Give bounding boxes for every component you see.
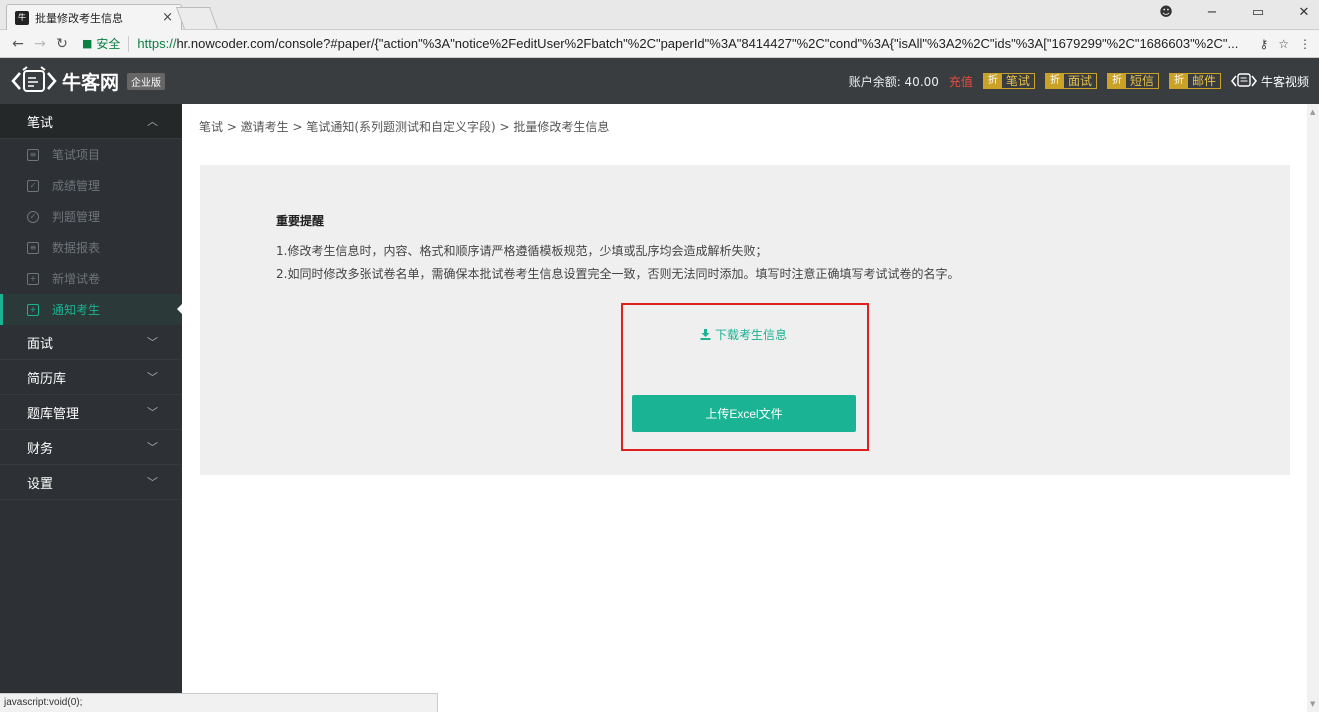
close-window-icon[interactable]: ✕	[1295, 5, 1313, 20]
sidebar-group-label: 面试	[27, 336, 54, 352]
header-right: 账户余额: 40.00 充值 折 笔试 折 面试 折 短信 折 邮件 牛客视频	[849, 71, 1319, 91]
discount-badge: 折	[1107, 74, 1126, 88]
url-path: hr.nowcoder.com/console?#paper/{"action"…	[176, 36, 1239, 51]
url-protocol: https://	[137, 36, 177, 51]
menu-icon[interactable]: ⋮	[1299, 37, 1311, 51]
chevron-down-icon: ﹀	[147, 406, 158, 419]
sidebar-group-finance[interactable]: 财务 ﹀	[0, 430, 182, 465]
check-circle-icon: ✓	[27, 210, 39, 223]
chevron-down-icon: ﹀	[147, 371, 158, 384]
sidebar-item-new-paper[interactable]: + 新增试卷	[0, 263, 182, 294]
scrollbar[interactable]: ▲ ▼	[1307, 104, 1319, 712]
sidebar-group-written-test[interactable]: 笔试 ︿	[0, 104, 182, 139]
upload-excel-button[interactable]: 上传Excel文件	[632, 395, 856, 432]
chevron-down-icon: ﹀	[147, 441, 158, 454]
address-bar-actions: ⚷ ☆ ⋮	[1259, 37, 1311, 51]
new-tab-button[interactable]	[175, 7, 219, 29]
discount-badge: 折	[983, 74, 1002, 88]
address-bar: ← → ↻ ■ 安全 https://hr.nowcoder.com/conso…	[0, 30, 1319, 58]
sidebar-item-label: 通知考生	[52, 303, 101, 317]
account-balance: 账户余额: 40.00	[848, 74, 939, 89]
nowcoder-favicon-icon: 牛	[15, 10, 29, 25]
sidebar: 笔试 ︿ ≡ 笔试项目 ✓ 成绩管理 ✓ 判题管理 ≡ 数据报表 + 新增试卷 …	[0, 104, 182, 693]
sidebar-group-resumes[interactable]: 简历库 ﹀	[0, 360, 182, 395]
reload-icon[interactable]: ↻	[52, 36, 72, 52]
scroll-down-icon[interactable]: ▼	[1310, 700, 1315, 708]
browser-tab-strip: 牛 批量修改考生信息 × ☻ − ▭ ✕	[0, 0, 1319, 30]
add-document-icon: +	[27, 272, 39, 285]
nowcoder-logo-icon	[11, 66, 57, 92]
divider	[128, 35, 130, 52]
service-email[interactable]: 折 邮件	[1168, 73, 1221, 89]
video-label: 牛客视频	[1260, 74, 1309, 89]
logo-text: 牛客网	[62, 72, 120, 94]
reminder-line-1: 1.修改考生信息时，内容、格式和顺序请严格遵循模板规范，少填或乱序均会造成解析失…	[276, 244, 768, 258]
service-label: 笔试	[1005, 74, 1030, 88]
download-candidates-link[interactable]: 下载考生信息	[700, 326, 787, 343]
enterprise-badge: 企业版	[127, 72, 166, 90]
sidebar-group-label: 笔试	[27, 115, 54, 131]
sidebar-group-label: 题库管理	[27, 406, 80, 422]
sidebar-item-label: 数据报表	[52, 241, 101, 255]
sidebar-group-label: 设置	[27, 476, 54, 492]
service-label: 短信	[1129, 74, 1154, 88]
sidebar-item-label: 判题管理	[52, 210, 101, 224]
secure-label: 安全	[96, 37, 121, 51]
recharge-link[interactable]: 充值	[949, 73, 973, 90]
reminder-line-2: 2.如同时修改多张试卷名单，需确保本批试卷考生信息设置完全一致，否则无法同时添加…	[276, 267, 960, 281]
sidebar-item-label: 成绩管理	[52, 179, 101, 193]
sidebar-item-notify-candidates[interactable]: + 通知考生	[0, 294, 182, 325]
app-header: 牛客网 企业版 账户余额: 40.00 充值 折 笔试 折 面试 折 短信 折 …	[0, 58, 1319, 104]
sidebar-group-question-bank[interactable]: 题库管理 ﹀	[0, 395, 182, 430]
window-controls: ☻ − ▭ ✕	[1157, 5, 1313, 20]
service-label: 邮件	[1191, 74, 1216, 88]
tab-close-icon[interactable]: ×	[162, 10, 173, 25]
back-icon[interactable]: ←	[8, 36, 28, 52]
video-logo-icon	[1230, 73, 1257, 87]
reminder-title: 重要提醒	[276, 214, 325, 228]
discount-badge: 折	[1169, 74, 1188, 88]
service-sms[interactable]: 折 短信	[1106, 73, 1159, 89]
sidebar-group-interview[interactable]: 面试 ﹀	[0, 325, 182, 360]
lock-icon: ■	[82, 37, 93, 50]
chevron-down-icon: ﹀	[147, 336, 158, 349]
document-icon: ≡	[27, 148, 39, 161]
sidebar-item-reports[interactable]: ≡ 数据报表	[0, 232, 182, 263]
sidebar-group-label: 简历库	[27, 371, 67, 387]
check-document-icon: ✓	[27, 179, 39, 192]
download-icon	[700, 329, 711, 340]
discount-badge: 折	[1045, 74, 1064, 88]
sidebar-group-settings[interactable]: 设置 ﹀	[0, 465, 182, 500]
service-written-test[interactable]: 折 笔试	[982, 73, 1035, 89]
logo[interactable]: 牛客网 企业版	[0, 65, 182, 97]
chevron-down-icon: ﹀	[147, 476, 158, 489]
sidebar-item-label: 新增试卷	[52, 272, 101, 286]
key-icon[interactable]: ⚷	[1259, 37, 1268, 51]
download-label: 下载考生信息	[715, 328, 788, 342]
star-icon[interactable]: ☆	[1278, 37, 1289, 51]
service-label: 面试	[1067, 74, 1092, 88]
sidebar-item-scores[interactable]: ✓ 成绩管理	[0, 170, 182, 201]
url-field[interactable]: https://hr.nowcoder.com/console?#paper/{…	[137, 36, 1249, 51]
maximize-icon[interactable]: ▭	[1249, 5, 1267, 20]
notify-icon: +	[27, 303, 39, 316]
scroll-up-icon[interactable]: ▲	[1310, 108, 1315, 116]
chevron-up-icon: ︿	[147, 115, 158, 128]
report-icon: ≡	[27, 241, 39, 254]
sidebar-item-test-projects[interactable]: ≡ 笔试项目	[0, 139, 182, 170]
sidebar-item-label: 笔试项目	[52, 148, 101, 162]
forward-icon[interactable]: →	[30, 36, 50, 52]
sidebar-group-label: 财务	[27, 441, 54, 457]
browser-tab[interactable]: 牛 批量修改考生信息 ×	[6, 4, 182, 30]
tab-title: 批量修改考生信息	[35, 11, 123, 25]
profile-icon[interactable]: ☻	[1157, 5, 1175, 20]
breadcrumb[interactable]: 笔试 > 邀请考生 > 笔试通知(系列题测试和自定义字段) > 批量修改考生信息	[199, 118, 609, 135]
sidebar-item-grading[interactable]: ✓ 判题管理	[0, 201, 182, 232]
service-interview[interactable]: 折 面试	[1044, 73, 1097, 89]
video-link[interactable]: 牛客视频	[1230, 71, 1309, 91]
minimize-icon[interactable]: −	[1203, 5, 1221, 20]
status-bar: javascript:void(0);	[0, 693, 438, 712]
